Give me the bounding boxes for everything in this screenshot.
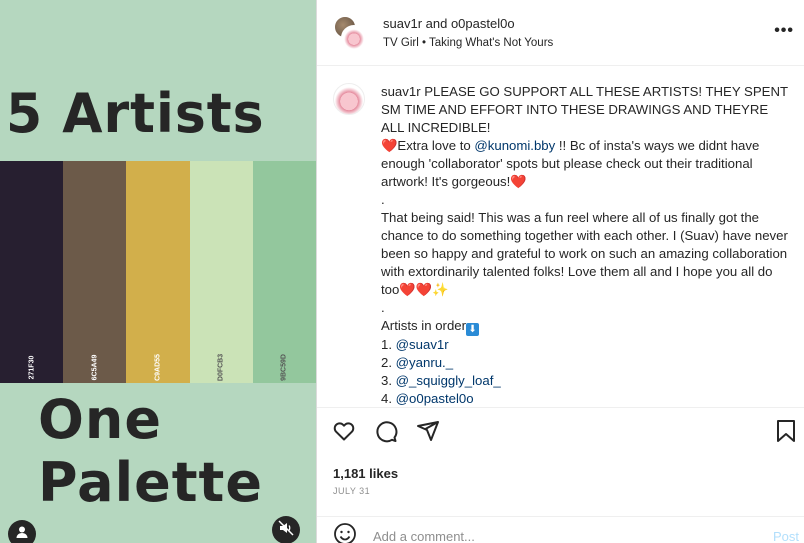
music-separator: • <box>418 37 429 49</box>
muted-speaker-icon <box>278 519 294 541</box>
caption-username[interactable]: suav1r <box>381 84 421 99</box>
avatar[interactable] <box>333 83 365 115</box>
artists-list: 1. @suav1r 2. @yanru._ 3. @_squiggly_loaf_… <box>381 336 789 407</box>
list-item: 3. @_squiggly_loaf_ <box>381 372 789 390</box>
down-arrow-emoji: ⬇ <box>466 323 480 336</box>
heart-icon <box>332 419 356 448</box>
more-options-button[interactable]: ••• <box>774 22 794 40</box>
caption-dot: . <box>381 300 385 315</box>
swatch-hex-label: C9AD55 <box>154 354 162 381</box>
mention-link[interactable]: @kunomi.bby <box>474 138 555 153</box>
swatch-hex-label: D0FCB3 <box>217 353 225 382</box>
headline-bottom: One Palette <box>38 388 263 514</box>
comment-icon <box>374 419 398 448</box>
headline-top: 5 Artists <box>6 82 265 146</box>
collab-avatars[interactable] <box>333 14 367 51</box>
tagged-users-button[interactable] <box>8 520 36 543</box>
share-icon <box>416 419 440 448</box>
palette-swatch: D0FCB3 <box>189 161 253 383</box>
mention-link[interactable]: @_squiggly_loaf_ <box>396 373 501 388</box>
post-authors: suav1r and o0pastel0o <box>383 16 553 31</box>
author-link[interactable]: suav1r <box>383 16 422 31</box>
palette-swatch: 9BC59D <box>252 161 316 383</box>
caption-line: PLEASE GO SUPPORT ALL THESE ARTISTS! THE… <box>381 84 788 135</box>
avatar[interactable] <box>341 24 367 51</box>
mention-link[interactable]: @suav1r <box>396 337 449 352</box>
list-item: 2. @yanru._ <box>381 354 789 372</box>
bookmark-icon <box>775 419 797 448</box>
list-number: 4. <box>381 391 396 406</box>
mute-button[interactable] <box>272 516 300 543</box>
palette-swatch: 6C5A49 <box>63 161 127 383</box>
reel-media[interactable]: 5 Artists 271F30 6C5A49 C9AD55 D0FCB3 9BC59D… <box>0 0 316 543</box>
share-button[interactable] <box>415 420 441 446</box>
caption-line: Extra love to <box>397 138 475 153</box>
swatch-hex-label: 6C5A49 <box>91 354 99 381</box>
list-number: 1. <box>381 337 396 352</box>
list-item: 4. @o0pastel0o <box>381 390 789 407</box>
list-number: 2. <box>381 355 396 370</box>
list-number: 3. <box>381 373 396 388</box>
artists-header: Artists in order <box>381 318 467 333</box>
heart-emoji: ❤️ <box>399 282 416 297</box>
palette-swatch: C9AD55 <box>126 161 190 383</box>
mention-link[interactable]: @yanru._ <box>396 355 453 370</box>
music-artist: TV Girl <box>383 37 419 49</box>
and-text: and <box>422 16 451 31</box>
mention-link[interactable]: @o0pastel0o <box>396 391 474 406</box>
emoji-icon[interactable] <box>333 522 357 543</box>
list-item: 1. @suav1r <box>381 336 789 354</box>
like-button[interactable] <box>331 420 357 446</box>
heart-emoji: ❤️ <box>381 138 398 153</box>
likes-count[interactable]: 1,181 likes <box>333 466 398 481</box>
palette-swatches: 271F30 6C5A49 C9AD55 D0FCB3 9BC59D <box>0 161 316 383</box>
post-header: suav1r and o0pastel0o TV Girl • Taking W… <box>317 0 804 66</box>
comment-input[interactable] <box>373 529 743 543</box>
post-date: JULY 31 <box>333 486 371 496</box>
sparkle-emoji: ✨ <box>432 282 449 297</box>
caption-text: suav1r PLEASE GO SUPPORT ALL THESE ARTIS… <box>381 83 789 407</box>
caption-scroll[interactable]: suav1r PLEASE GO SUPPORT ALL THESE ARTIS… <box>317 67 804 407</box>
music-info[interactable]: TV Girl • Taking What's Not Yours <box>383 37 553 49</box>
save-button[interactable] <box>773 419 799 448</box>
caption-dot: . <box>381 192 385 207</box>
palette-swatch: 271F30 <box>0 161 64 383</box>
music-track: Taking What's Not Yours <box>429 37 554 49</box>
heart-emoji: ❤️ <box>510 174 527 189</box>
user-icon <box>14 524 30 543</box>
heart-emoji: ❤️ <box>415 282 433 297</box>
swatch-hex-label: 271F30 <box>28 355 36 380</box>
post-actions: 1,181 likes JULY 31 Post <box>317 407 804 543</box>
author-link[interactable]: o0pastel0o <box>451 16 515 31</box>
more-icon: ••• <box>774 22 794 39</box>
comment-button[interactable] <box>373 420 399 446</box>
post-comment-button[interactable]: Post <box>773 529 799 543</box>
post-details: suav1r and o0pastel0o TV Girl • Taking W… <box>316 0 804 543</box>
swatch-hex-label: 9BC59D <box>280 354 288 381</box>
comment-bar: Post <box>317 516 804 543</box>
